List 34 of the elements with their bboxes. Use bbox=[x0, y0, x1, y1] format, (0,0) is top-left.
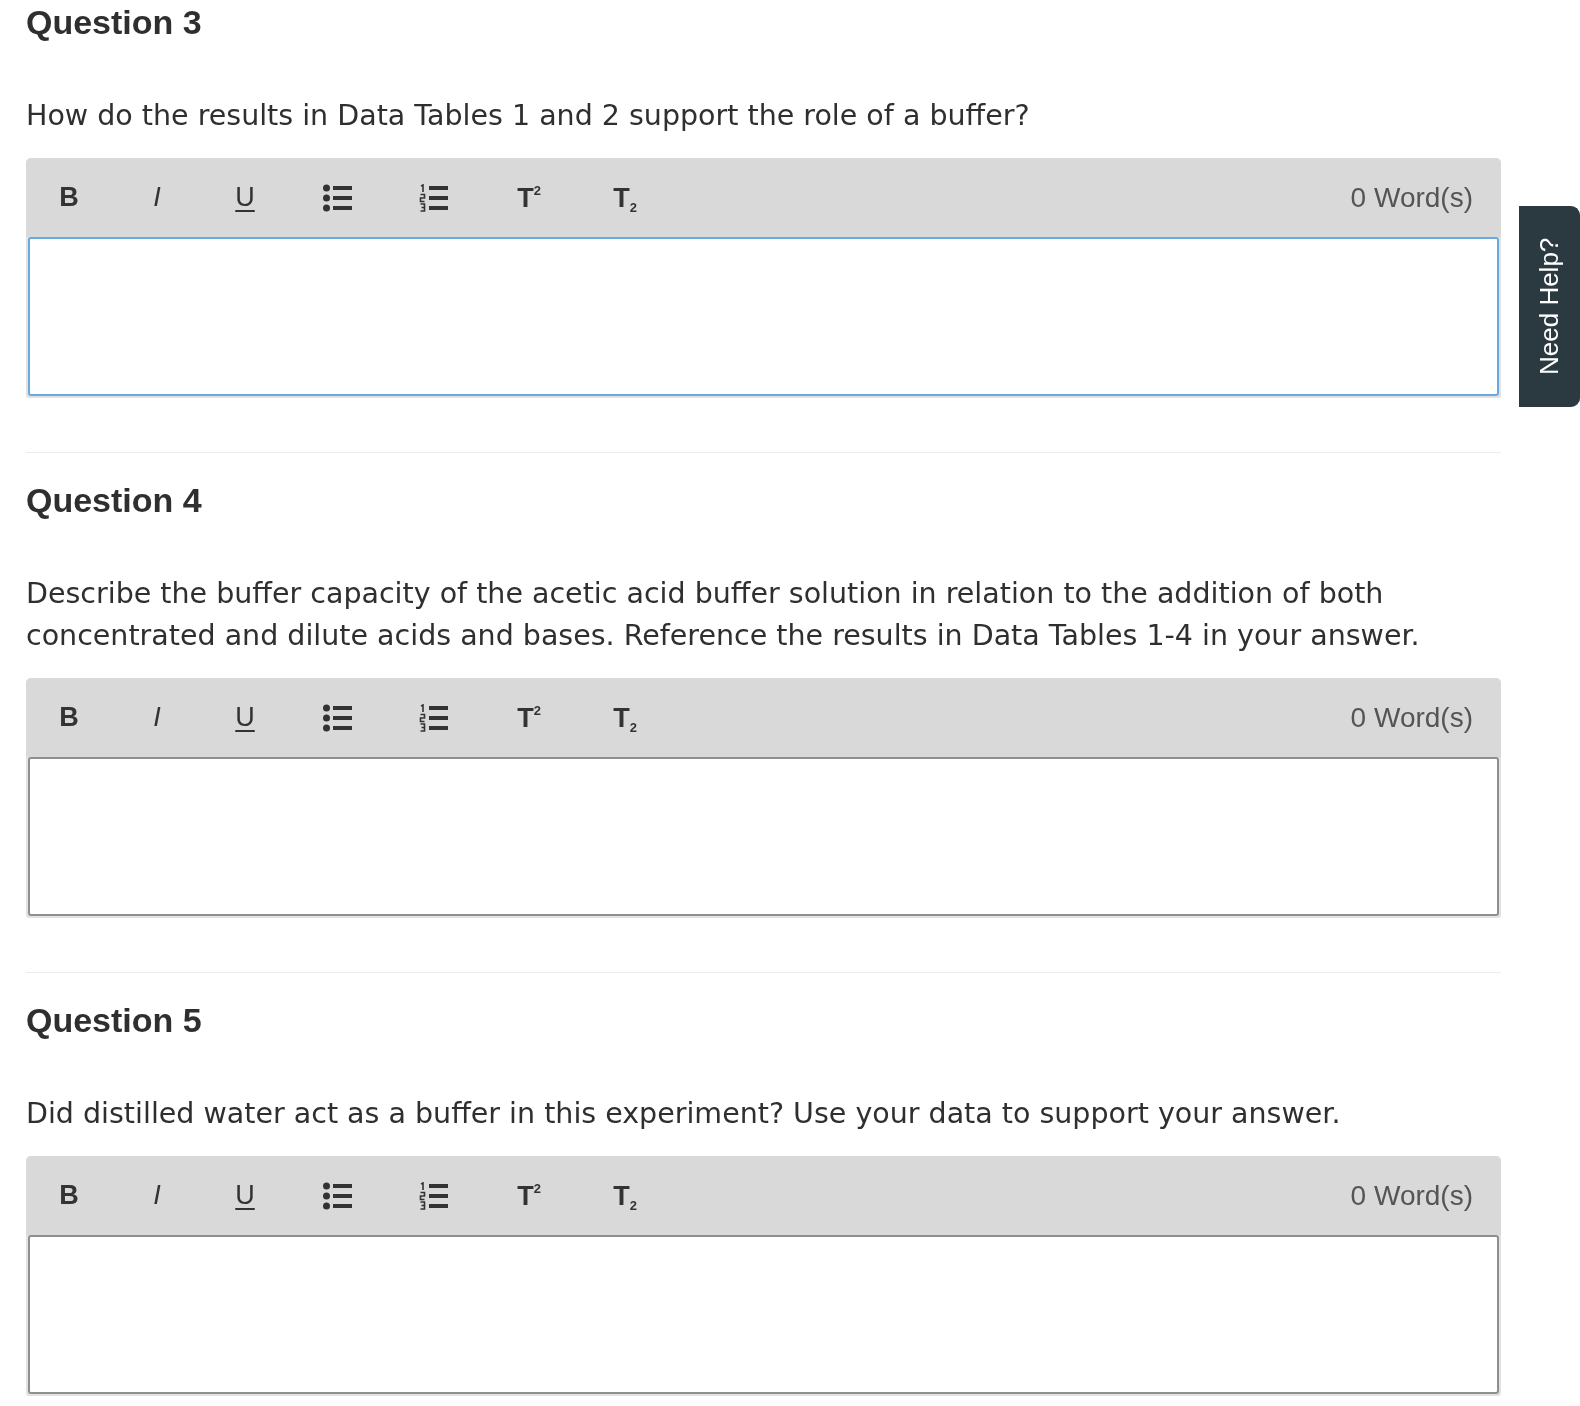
numbered-list-icon bbox=[418, 1181, 448, 1210]
question-heading: Question 3 bbox=[26, 2, 202, 43]
answer-field[interactable] bbox=[28, 237, 1499, 396]
italic-button[interactable]: I bbox=[131, 694, 183, 741]
underline-button[interactable]: U bbox=[219, 694, 271, 741]
word-count: 0 Word(s) bbox=[1350, 181, 1473, 214]
bullet-list-icon bbox=[322, 183, 352, 212]
subscript-button[interactable]: T$_{2}$ bbox=[595, 694, 655, 741]
answer-field[interactable] bbox=[28, 757, 1499, 916]
question-heading: Question 4 bbox=[26, 480, 202, 521]
bold-button[interactable]: B bbox=[43, 1172, 95, 1219]
bullet-list-icon bbox=[322, 703, 352, 732]
question-text: Did distilled water act as a buffer in this experiment? Use your data to support your answer. bbox=[26, 1096, 1342, 1132]
superscript-button[interactable]: T$^{2}$ bbox=[499, 174, 559, 221]
question-text: How do the results in Data Tables 1 and 2 support the role of a buffer? bbox=[26, 98, 1031, 134]
italic-button[interactable]: I bbox=[131, 1172, 183, 1219]
italic-button[interactable]: I bbox=[131, 174, 183, 221]
numbered-list-icon bbox=[418, 183, 448, 212]
bold-button[interactable]: B bbox=[43, 694, 95, 741]
answer-field[interactable] bbox=[28, 1235, 1499, 1394]
subscript-button[interactable]: T$_{2}$ bbox=[595, 1172, 655, 1219]
subscript-button[interactable]: T$_{2}$ bbox=[595, 174, 655, 221]
need-help-tab[interactable]: Need Help? bbox=[1519, 206, 1580, 407]
underline-button[interactable]: U bbox=[219, 174, 271, 221]
bold-button[interactable]: B bbox=[43, 174, 95, 221]
word-count: 0 Word(s) bbox=[1350, 701, 1473, 734]
superscript-button[interactable]: T$^{2}$ bbox=[499, 1172, 559, 1219]
superscript-button[interactable]: T$^{2}$ bbox=[499, 694, 559, 741]
question-heading: Question 5 bbox=[26, 1000, 202, 1041]
bullet-list-icon bbox=[322, 1181, 352, 1210]
question-text: Describe the buffer capacity of the acetic acid buffer solution in relation to the addition of both concentrated and dilute acids and bases. Reference the results in Data Tables 1-4 in your answer. bbox=[26, 576, 1421, 654]
underline-button[interactable]: U bbox=[219, 1172, 271, 1219]
numbered-list-icon bbox=[418, 703, 448, 732]
word-count: 0 Word(s) bbox=[1350, 1179, 1473, 1212]
